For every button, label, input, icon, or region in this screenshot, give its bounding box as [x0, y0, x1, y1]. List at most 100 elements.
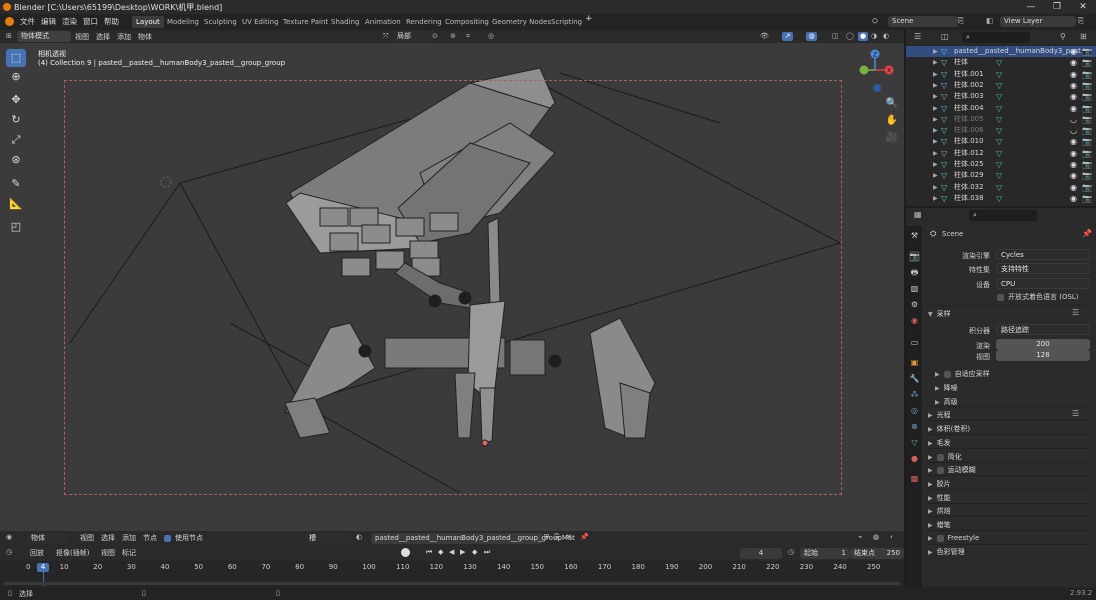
outliner-search-input[interactable]: ⌕ — [962, 32, 1030, 43]
render-camera-icon[interactable]: 📷 — [1082, 170, 1092, 181]
duplicate-material-icon[interactable]: ⎘ — [554, 533, 560, 542]
end-frame-field[interactable]: 结束点 250 — [850, 548, 904, 559]
visibility-eye-icon[interactable]: ◉ — [1070, 46, 1077, 57]
scene-field[interactable]: Scene — [888, 16, 958, 27]
view-layer-tab-icon[interactable]: ▧ — [909, 283, 920, 294]
visibility-eye-icon[interactable]: ◉ — [1070, 103, 1077, 114]
visibility-eye-icon[interactable]: ◉ — [1070, 57, 1077, 68]
tab-geometry-nodes[interactable]: Geometry Nodes — [488, 16, 555, 28]
visibility-eye-icon[interactable]: ◉ — [1070, 159, 1077, 170]
constraints-tab-icon[interactable]: ⊗ — [909, 421, 920, 432]
physics-tab-icon[interactable]: ◎ — [909, 405, 920, 416]
integrator-select[interactable]: 路径追踪 — [996, 324, 1090, 335]
texture-tab-icon[interactable]: ▩ — [909, 473, 920, 484]
expand-arrow-icon[interactable]: ▶ — [933, 125, 938, 136]
motion-blur-section[interactable]: ▶ 运动模糊 — [928, 465, 976, 475]
outliner-row[interactable]: ▶ ▽ 柱体.003 ▽ ◉ 📷 — [906, 91, 1096, 102]
expand-arrow-icon[interactable]: ▶ — [933, 182, 938, 193]
navigation-gizmo[interactable]: Z X — [855, 48, 897, 94]
outliner-editor-icon[interactable]: ☰ — [914, 32, 921, 41]
overlays-nodes-icon[interactable]: ◍ — [873, 533, 879, 541]
render-samples-field[interactable]: 200 — [996, 339, 1090, 350]
object-tab-icon[interactable]: ▣ — [909, 357, 920, 368]
render-camera-icon[interactable]: 📷 — [1082, 46, 1092, 57]
maximize-button[interactable]: ❐ — [1044, 1, 1070, 13]
material-name-field[interactable]: pasted__pasted__humanBody3_pasted__group… — [371, 533, 575, 544]
outliner-row[interactable]: ▶ ▽ 柱体.032 ▽ ◉ 📷 — [906, 182, 1096, 193]
render-camera-icon[interactable]: 📷 — [1082, 103, 1092, 114]
expand-arrow-icon[interactable]: ▶ — [933, 148, 938, 159]
render-camera-icon[interactable]: 📷 — [1082, 125, 1092, 136]
outliner-row[interactable]: ▶ ▽ 柱体 ▽ ◉ 📷 — [906, 57, 1096, 68]
sampling-section[interactable]: ▼ 采样 — [928, 309, 951, 319]
keying-menu[interactable]: 抠像(插帧) — [56, 548, 89, 558]
render-camera-icon[interactable]: 📷 — [1082, 148, 1092, 159]
bake-section[interactable]: ▶ 烘焙 — [928, 506, 951, 516]
play-reverse-icon[interactable]: ◀ — [449, 548, 454, 556]
adaptive-sampling-section[interactable]: ▶ 自适应采样 — [935, 369, 990, 379]
material-tab-icon[interactable]: ● — [909, 453, 920, 464]
new-collection-icon[interactable]: ⊞ — [1080, 32, 1087, 41]
shader-type-select[interactable]: 物体 — [27, 533, 67, 544]
simplify-section[interactable]: ▶ 简化 — [928, 452, 962, 462]
visibility-icon[interactable]: 👁 — [760, 32, 769, 40]
light-paths-presets-icon[interactable]: ☰ — [1072, 409, 1079, 418]
zoom-icon[interactable]: 🔍 — [884, 96, 900, 112]
scene-tab-icon[interactable]: ⚙ — [909, 299, 920, 310]
properties-search-input[interactable]: ⌕ — [969, 210, 1037, 221]
jump-end-icon[interactable]: ⏭ — [484, 548, 490, 557]
sampling-presets-icon[interactable]: ☰ — [1072, 308, 1079, 317]
render-camera-icon[interactable]: 📷 — [1082, 136, 1092, 147]
timeline-scrollbar[interactable] — [4, 582, 900, 585]
jump-start-icon[interactable]: ⏮ — [426, 548, 432, 557]
expand-arrow-icon[interactable]: ▶ — [933, 170, 938, 181]
render-tab-icon[interactable]: 📷 — [909, 251, 920, 262]
blender-menu-icon[interactable] — [5, 17, 14, 26]
feature-set-select[interactable]: 支持特性 — [996, 263, 1090, 274]
mode-select[interactable]: 物体模式 — [17, 31, 71, 42]
wireframe-shading-icon[interactable]: ◯ — [846, 32, 854, 40]
tab-shading[interactable]: Shading — [327, 16, 363, 28]
sidebar-toggle-icon[interactable]: ‹ — [890, 533, 893, 541]
tab-rendering[interactable]: Rendering — [402, 16, 446, 28]
hair-section[interactable]: ▶ 毛发 — [928, 438, 951, 448]
visibility-eye-icon[interactable]: ◉ — [1070, 193, 1077, 204]
pin-icon[interactable]: 📌 — [1082, 229, 1092, 238]
visibility-eye-icon[interactable]: ◉ — [1070, 182, 1077, 193]
visibility-eye-icon[interactable]: ◉ — [1070, 148, 1077, 159]
visibility-eye-icon[interactable]: ◉ — [1070, 136, 1077, 147]
render-camera-icon[interactable]: 📷 — [1082, 80, 1092, 91]
render-camera-icon[interactable]: 📷 — [1082, 182, 1092, 193]
shader-menu-select[interactable]: 选择 — [101, 533, 115, 543]
properties-editor-icon[interactable]: ▦ — [914, 210, 922, 219]
outliner-row[interactable]: ▶ ▽ 柱体.025 ▽ ◉ 📷 — [906, 159, 1096, 170]
expand-arrow-icon[interactable]: ▶ — [933, 159, 938, 170]
osl-checkbox-box[interactable] — [997, 293, 1004, 301]
gizmo-neg-z-axis[interactable] — [873, 84, 881, 92]
vp-menu-view[interactable]: 视图 — [75, 32, 89, 42]
outliner-row[interactable]: ▶ ▽ 柱体.010 ▽ ◉ 📷 — [906, 136, 1096, 147]
gizmo-y-axis[interactable] — [859, 65, 869, 75]
outliner-row[interactable]: ▶ ▽ 柱体.005 ▽ ◡ 📷 — [906, 114, 1096, 125]
viewport-samples-field[interactable]: 128 — [996, 350, 1090, 361]
display-mode-icon[interactable]: ◫ — [941, 32, 949, 41]
camera-view-icon[interactable]: 🎥 — [884, 130, 900, 146]
modifier-tab-icon[interactable]: 🔧 — [909, 373, 920, 384]
shader-menu-view[interactable]: 视图 — [80, 533, 94, 543]
visibility-eye-icon[interactable]: ◡ — [1070, 114, 1077, 125]
view-layer-field[interactable]: View Layer — [1000, 16, 1076, 27]
denoise-section[interactable]: ▶ 降噪 — [935, 383, 958, 393]
add-workspace-icon[interactable]: + — [585, 14, 593, 24]
next-keyframe-icon[interactable]: ◆ — [472, 548, 477, 556]
outliner-row[interactable]: ▶ ▽ 柱体.029 ▽ ◉ 📷 — [906, 170, 1096, 181]
shader-editor-type-icon[interactable]: ◉ — [6, 533, 12, 541]
grease-pencil-section[interactable]: ▶ 蜡笔 — [928, 520, 951, 530]
shader-pin-icon[interactable]: 📌 — [580, 533, 589, 541]
tab-compositing[interactable]: Compositing — [441, 16, 493, 28]
play-icon[interactable]: ▶ — [460, 548, 465, 556]
current-frame-field[interactable]: 4 — [740, 548, 782, 559]
tool-tab-icon[interactable]: ⚒ — [909, 230, 920, 241]
gizmo-toggle-icon[interactable]: ↗ — [782, 32, 793, 41]
expand-arrow-icon[interactable]: ▶ — [933, 80, 938, 91]
prev-keyframe-icon[interactable]: ◆ — [438, 548, 443, 556]
